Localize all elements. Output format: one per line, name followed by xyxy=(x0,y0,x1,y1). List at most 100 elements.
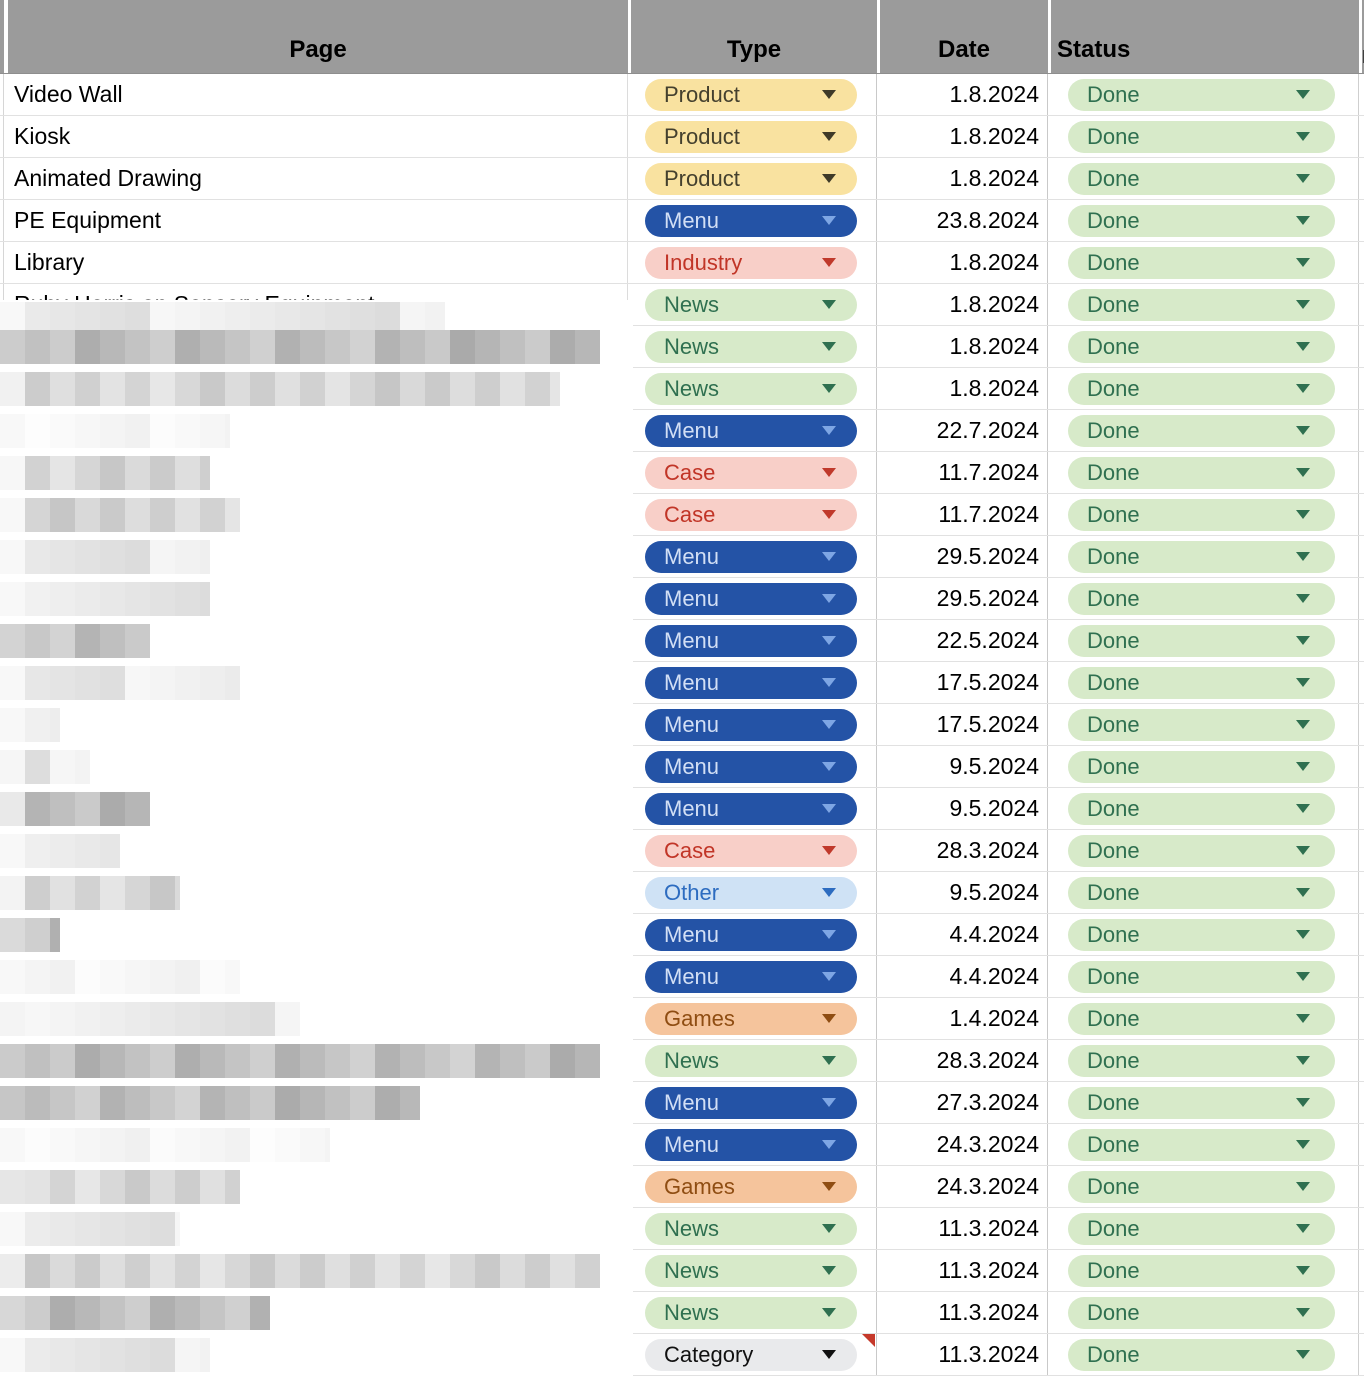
type-dropdown[interactable]: Case xyxy=(645,499,857,531)
date-cell[interactable]: 1.4.2024 xyxy=(877,998,1048,1039)
status-dropdown[interactable]: Done xyxy=(1068,1129,1335,1161)
type-dropdown[interactable]: Menu xyxy=(645,793,857,825)
status-dropdown[interactable]: Done xyxy=(1068,247,1335,279)
date-cell[interactable]: 22.7.2024 xyxy=(877,410,1048,451)
date-cell[interactable]: 22.5.2024 xyxy=(877,620,1048,661)
type-dropdown[interactable]: Industry xyxy=(645,247,857,279)
date-cell[interactable]: 1.8.2024 xyxy=(877,368,1048,409)
date-cell[interactable]: 17.5.2024 xyxy=(877,704,1048,745)
type-dropdown[interactable]: Menu xyxy=(645,961,857,993)
type-dropdown[interactable]: News xyxy=(645,1213,857,1245)
date-cell[interactable]: 4.4.2024 xyxy=(877,914,1048,955)
type-dropdown[interactable]: Menu xyxy=(645,919,857,951)
status-dropdown[interactable]: Done xyxy=(1068,1339,1335,1371)
type-dropdown-label: Case xyxy=(664,835,715,867)
status-dropdown[interactable]: Done xyxy=(1068,583,1335,615)
type-dropdown[interactable]: News xyxy=(645,331,857,363)
type-dropdown[interactable]: Product xyxy=(645,121,857,153)
status-dropdown[interactable]: Done xyxy=(1068,1213,1335,1245)
date-cell[interactable]: 9.5.2024 xyxy=(877,746,1048,787)
status-dropdown[interactable]: Done xyxy=(1068,1045,1335,1077)
type-dropdown[interactable]: Other xyxy=(645,877,857,909)
type-dropdown[interactable]: News xyxy=(645,1255,857,1287)
page-cell[interactable]: PE Equipment xyxy=(4,200,628,241)
date-cell[interactable]: 23.8.2024 xyxy=(877,200,1048,241)
status-dropdown[interactable]: Done xyxy=(1068,751,1335,783)
status-dropdown[interactable]: Done xyxy=(1068,205,1335,237)
status-dropdown[interactable]: Done xyxy=(1068,541,1335,573)
status-dropdown[interactable]: Done xyxy=(1068,1297,1335,1329)
type-dropdown[interactable]: Games xyxy=(645,1171,857,1203)
date-cell[interactable]: 11.3.2024 xyxy=(877,1334,1048,1375)
status-dropdown[interactable]: Done xyxy=(1068,499,1335,531)
type-dropdown[interactable]: Product xyxy=(645,79,857,111)
status-dropdown[interactable]: Done xyxy=(1068,961,1335,993)
type-dropdown[interactable]: Menu xyxy=(645,625,857,657)
type-dropdown[interactable]: News xyxy=(645,1297,857,1329)
status-dropdown[interactable]: Done xyxy=(1068,1171,1335,1203)
type-dropdown[interactable]: News xyxy=(645,373,857,405)
status-dropdown[interactable]: Done xyxy=(1068,1003,1335,1035)
date-cell[interactable]: 1.8.2024 xyxy=(877,74,1048,115)
status-dropdown[interactable]: Done xyxy=(1068,415,1335,447)
date-cell[interactable]: 29.5.2024 xyxy=(877,578,1048,619)
type-dropdown[interactable]: Category xyxy=(645,1339,857,1371)
page-cell[interactable]: Library xyxy=(4,242,628,283)
status-dropdown[interactable]: Done xyxy=(1068,793,1335,825)
status-dropdown[interactable]: Done xyxy=(1068,457,1335,489)
type-dropdown[interactable]: Menu xyxy=(645,541,857,573)
date-cell[interactable]: 9.5.2024 xyxy=(877,872,1048,913)
date-cell[interactable]: 24.3.2024 xyxy=(877,1124,1048,1165)
type-dropdown[interactable]: Menu xyxy=(645,415,857,447)
type-dropdown[interactable]: Menu xyxy=(645,751,857,783)
date-cell[interactable]: 28.3.2024 xyxy=(877,830,1048,871)
status-dropdown[interactable]: Done xyxy=(1068,877,1335,909)
type-dropdown[interactable]: Menu xyxy=(645,1087,857,1119)
date-cell[interactable]: 29.5.2024 xyxy=(877,536,1048,577)
date-cell[interactable]: 11.7.2024 xyxy=(877,494,1048,535)
page-cell[interactable]: Animated Drawing xyxy=(4,158,628,199)
date-cell[interactable]: 11.3.2024 xyxy=(877,1292,1048,1333)
status-dropdown[interactable]: Done xyxy=(1068,625,1335,657)
type-dropdown[interactable]: Menu xyxy=(645,205,857,237)
status-dropdown[interactable]: Done xyxy=(1068,289,1335,321)
date-cell[interactable]: 11.7.2024 xyxy=(877,452,1048,493)
date-cell[interactable]: 1.8.2024 xyxy=(877,116,1048,157)
date-cell[interactable]: 28.3.2024 xyxy=(877,1040,1048,1081)
date-cell[interactable]: 9.5.2024 xyxy=(877,788,1048,829)
date-cell[interactable]: 1.8.2024 xyxy=(877,242,1048,283)
date-cell[interactable]: 11.3.2024 xyxy=(877,1208,1048,1249)
status-dropdown[interactable]: Done xyxy=(1068,331,1335,363)
status-dropdown[interactable]: Done xyxy=(1068,121,1335,153)
status-dropdown[interactable]: Done xyxy=(1068,919,1335,951)
type-dropdown[interactable]: Menu xyxy=(645,583,857,615)
date-cell[interactable]: 1.8.2024 xyxy=(877,158,1048,199)
date-cell[interactable]: 27.3.2024 xyxy=(877,1082,1048,1123)
type-dropdown[interactable]: News xyxy=(645,289,857,321)
type-dropdown-label: Other xyxy=(664,877,719,909)
status-dropdown[interactable]: Done xyxy=(1068,1087,1335,1119)
type-dropdown[interactable]: Case xyxy=(645,457,857,489)
type-dropdown[interactable]: Menu xyxy=(645,667,857,699)
status-dropdown[interactable]: Done xyxy=(1068,79,1335,111)
type-dropdown[interactable]: News xyxy=(645,1045,857,1077)
date-cell[interactable]: 1.8.2024 xyxy=(877,284,1048,325)
type-dropdown[interactable]: Menu xyxy=(645,1129,857,1161)
date-cell[interactable]: 4.4.2024 xyxy=(877,956,1048,997)
type-dropdown[interactable]: Case xyxy=(645,835,857,867)
status-dropdown[interactable]: Done xyxy=(1068,667,1335,699)
date-cell[interactable]: 11.3.2024 xyxy=(877,1250,1048,1291)
status-dropdown[interactable]: Done xyxy=(1068,163,1335,195)
date-cell[interactable]: 17.5.2024 xyxy=(877,662,1048,703)
page-cell[interactable]: Kiosk xyxy=(4,116,628,157)
type-dropdown[interactable]: Games xyxy=(645,1003,857,1035)
date-cell[interactable]: 1.8.2024 xyxy=(877,326,1048,367)
date-cell[interactable]: 24.3.2024 xyxy=(877,1166,1048,1207)
status-dropdown[interactable]: Done xyxy=(1068,1255,1335,1287)
status-dropdown[interactable]: Done xyxy=(1068,709,1335,741)
status-dropdown[interactable]: Done xyxy=(1068,835,1335,867)
page-cell[interactable]: Video Wall xyxy=(4,74,628,115)
status-dropdown[interactable]: Done xyxy=(1068,373,1335,405)
type-dropdown[interactable]: Menu xyxy=(645,709,857,741)
type-dropdown[interactable]: Product xyxy=(645,163,857,195)
